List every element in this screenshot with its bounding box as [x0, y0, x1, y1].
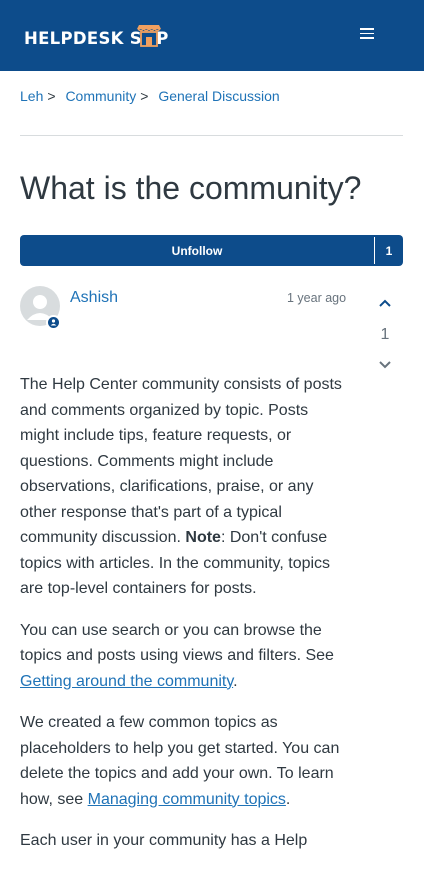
- breadcrumb-community[interactable]: Community: [65, 88, 136, 104]
- chevron-up-icon[interactable]: [372, 292, 398, 312]
- site-header: HELPDESK S OP: [0, 0, 424, 71]
- breadcrumb: Leh > Community > General Discussion: [20, 88, 280, 104]
- breadcrumb-separator: >: [140, 88, 149, 104]
- vote-control: 1: [372, 292, 398, 376]
- hamburger-icon[interactable]: [360, 28, 374, 40]
- paragraph: You can use search or you can browse the…: [20, 621, 334, 690]
- author-name[interactable]: Ashish: [70, 289, 118, 307]
- paragraph: The Help Center community consists of po…: [20, 376, 342, 597]
- breadcrumb-leh[interactable]: Leh: [20, 88, 43, 104]
- post-body: The Help Center community consists of po…: [20, 372, 350, 870]
- agent-badge-icon: [48, 317, 59, 328]
- storefront-icon: [137, 25, 162, 47]
- user-role-badge: [46, 315, 61, 330]
- getting-around-link[interactable]: Getting around the community: [20, 673, 233, 690]
- breadcrumb-separator: >: [47, 88, 56, 104]
- follower-count: 1: [385, 243, 393, 258]
- divider: [20, 135, 403, 136]
- logo-text-left: HELPDESK S: [24, 29, 142, 48]
- managing-topics-link[interactable]: Managing community topics: [88, 791, 286, 808]
- unfollow-button[interactable]: Unfollow: [20, 237, 375, 264]
- breadcrumb-general-discussion[interactable]: General Discussion: [158, 88, 279, 104]
- post-title: What is the community?: [20, 170, 362, 206]
- helpdesk-shop-logo[interactable]: HELPDESK S OP: [24, 25, 169, 48]
- note-label: Note: [185, 529, 221, 546]
- post-timestamp: 1 year ago: [287, 291, 347, 305]
- chevron-down-icon[interactable]: [372, 356, 398, 376]
- paragraph: We created a few common topics as placeh…: [20, 714, 340, 808]
- logo-store-o: O: [137, 25, 162, 48]
- follow-control: Unfollow 1: [20, 235, 403, 266]
- paragraph: Each user in your community has a Help: [20, 832, 308, 849]
- vote-count: 1: [380, 326, 390, 343]
